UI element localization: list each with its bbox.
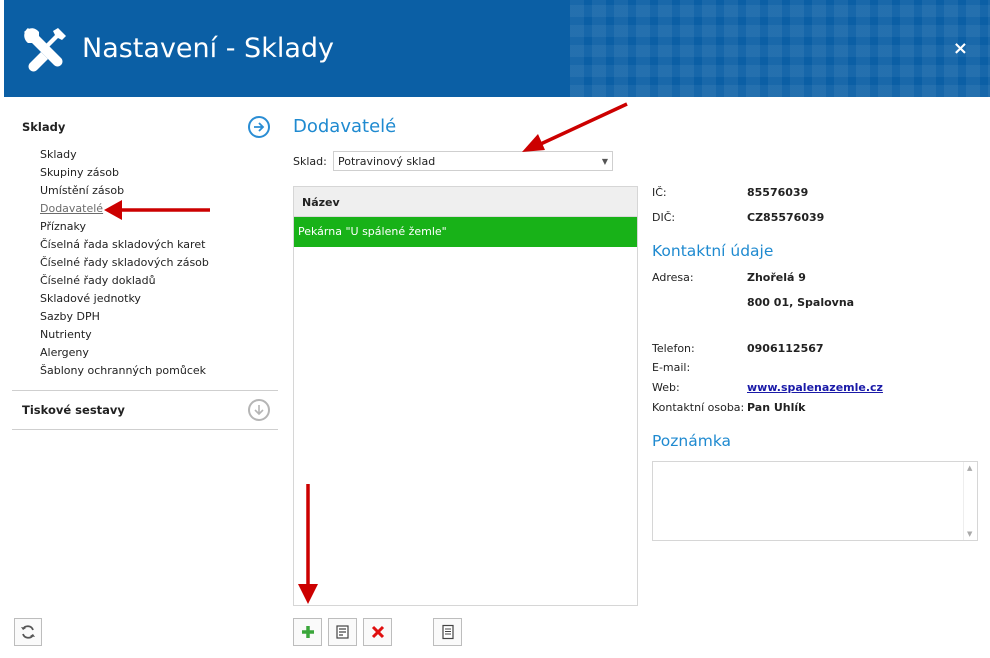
sidebar-item-alergeny[interactable]: Alergeny bbox=[40, 344, 278, 362]
note-textarea[interactable]: ▲ ▼ bbox=[652, 461, 978, 541]
email-label: E-mail: bbox=[652, 361, 691, 374]
person-label: Kontaktní osoba: bbox=[652, 401, 745, 414]
sidebar-item-ciselne-rady-zasob[interactable]: Číselné řady skladových zásob bbox=[40, 254, 278, 272]
sidebar-item-priznaky[interactable]: Příznaky bbox=[40, 218, 278, 236]
sidebar-item-skupiny-zasob[interactable]: Skupiny zásob bbox=[40, 164, 278, 182]
refresh-icon bbox=[21, 625, 35, 639]
divider bbox=[12, 429, 278, 430]
ic-label: IČ: bbox=[652, 186, 667, 199]
header-pattern bbox=[570, 0, 990, 97]
scroll-down-icon[interactable]: ▼ bbox=[967, 530, 972, 538]
sklad-select[interactable]: Potravinový sklad ▼ bbox=[333, 151, 613, 171]
sidebar-item-ciselne-rady-dokladu[interactable]: Číselné řady dokladů bbox=[40, 272, 278, 290]
sidebar-item-sklady[interactable]: Sklady bbox=[40, 146, 278, 164]
plus-icon bbox=[301, 626, 314, 638]
close-button[interactable]: × bbox=[953, 38, 968, 59]
window-title: Nastavení - Sklady bbox=[82, 33, 334, 64]
sklad-label: Sklad: bbox=[293, 155, 327, 168]
dic-label: DIČ: bbox=[652, 211, 676, 224]
phone-value: 0906112567 bbox=[747, 342, 824, 355]
sklad-select-value: Potravinový sklad bbox=[338, 154, 436, 168]
sidebar-item-ciselna-rada-karet[interactable]: Číselná řada skladových karet bbox=[40, 236, 278, 254]
edit-icon bbox=[335, 625, 349, 639]
sidebar-item-sablony[interactable]: Šablony ochranných pomůcek bbox=[40, 362, 278, 380]
page-title: Dodavatelé bbox=[293, 116, 397, 137]
document-icon bbox=[441, 624, 454, 640]
arrow-right-circle-icon[interactable] bbox=[248, 116, 270, 138]
edit-button[interactable] bbox=[328, 618, 357, 646]
sidebar-item-list: Sklady Skupiny zásob Umístění zásob Doda… bbox=[12, 146, 278, 390]
address-label: Adresa: bbox=[652, 271, 694, 284]
suppliers-grid: Název Pekárna "U spálené žemle" bbox=[293, 186, 638, 606]
annotation-arrow-dropdown bbox=[522, 102, 628, 152]
phone-label: Telefon: bbox=[652, 342, 695, 355]
address-line2: 800 01, Spalovna bbox=[747, 296, 855, 309]
web-label: Web: bbox=[652, 381, 680, 394]
dic-value: CZ85576039 bbox=[747, 211, 825, 224]
chevron-down-icon: ▼ bbox=[601, 156, 608, 166]
delete-button[interactable] bbox=[363, 618, 392, 646]
section-sklady-label: Sklady bbox=[22, 120, 66, 134]
scroll-up-icon[interactable]: ▲ bbox=[967, 464, 972, 472]
delete-icon bbox=[371, 625, 384, 639]
refresh-button[interactable] bbox=[14, 618, 42, 646]
web-link[interactable]: www.spalenazemle.cz bbox=[747, 381, 883, 394]
ic-value: 85576039 bbox=[747, 186, 809, 199]
window-header: Nastavení - Sklady × bbox=[4, 0, 990, 97]
note-scrollbar[interactable]: ▲ ▼ bbox=[963, 462, 977, 540]
sidebar: Sklady Sklady Skupiny zásob Umístění zás… bbox=[12, 108, 278, 430]
section-sklady[interactable]: Sklady bbox=[12, 108, 278, 146]
table-row[interactable]: Pekárna "U spálené žemle" bbox=[294, 217, 637, 247]
report-button[interactable] bbox=[433, 618, 462, 646]
sidebar-item-dodavatele[interactable]: Dodavatelé bbox=[40, 200, 278, 218]
note-title: Poznámka bbox=[652, 432, 732, 450]
contact-title: Kontaktní údaje bbox=[652, 242, 774, 260]
section-tiskove-sestavy-label: Tiskové sestavy bbox=[22, 403, 125, 417]
person-value: Pan Uhlík bbox=[747, 401, 806, 414]
sidebar-item-umisteni-zasob[interactable]: Umístění zásob bbox=[40, 182, 278, 200]
sidebar-item-sazby-dph[interactable]: Sazby DPH bbox=[40, 308, 278, 326]
address-line1: Zhořelá 9 bbox=[747, 271, 806, 284]
wrench-screwdriver-icon bbox=[24, 28, 66, 72]
sidebar-item-nutrienty[interactable]: Nutrienty bbox=[40, 326, 278, 344]
sidebar-item-skladove-jednotky[interactable]: Skladové jednotky bbox=[40, 290, 278, 308]
arrow-down-circle-icon[interactable] bbox=[248, 399, 270, 421]
section-tiskove-sestavy[interactable]: Tiskové sestavy bbox=[12, 391, 278, 429]
add-button[interactable] bbox=[293, 618, 322, 646]
grid-header-nazev[interactable]: Název bbox=[294, 187, 637, 217]
